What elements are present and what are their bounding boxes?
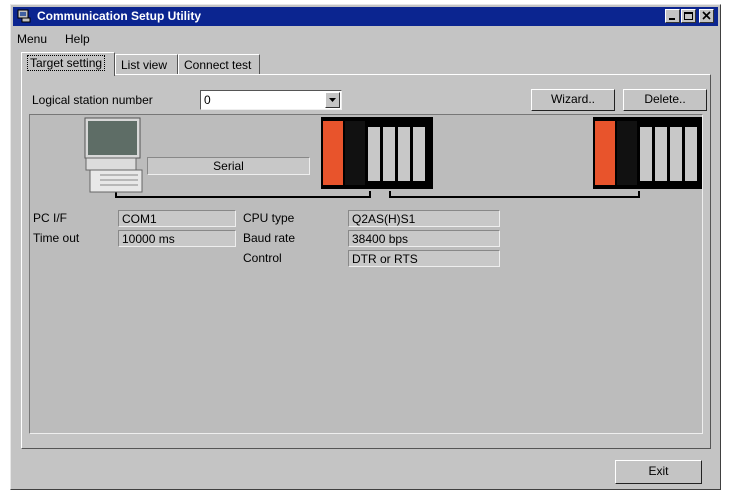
minimize-icon	[669, 18, 675, 20]
tab-label: List view	[121, 58, 168, 72]
tab-target-setting[interactable]: Target setting	[21, 52, 115, 76]
connection-diagram: Serial PC I/F COM1 Time out 10000 ms CPU…	[29, 114, 703, 434]
target-setting-panel: Logical station number 0 Wizard.. Delete…	[21, 74, 711, 449]
serial-connection-box[interactable]: Serial	[147, 157, 310, 175]
wizard-button[interactable]: Wizard..	[531, 89, 615, 111]
close-button[interactable]	[699, 9, 714, 23]
menu-item-menu[interactable]: Menu	[17, 32, 47, 46]
app-icon	[17, 9, 31, 23]
network-line	[389, 191, 640, 198]
tab-list-view[interactable]: List view	[115, 54, 178, 75]
maximize-icon	[684, 12, 693, 20]
station-combobox[interactable]: 0	[200, 90, 342, 110]
timeout-label: Time out	[33, 231, 80, 245]
station-value: 0	[204, 93, 211, 107]
control-label: Control	[243, 251, 282, 265]
plc-icon	[593, 117, 702, 189]
tab-label: Target setting	[27, 55, 106, 71]
baud-rate-value: 38400 bps	[348, 230, 500, 247]
cpu-type-label: CPU type	[243, 211, 295, 225]
network-graphic	[84, 117, 702, 198]
timeout-value: 10000 ms	[118, 230, 236, 247]
menu-item-help[interactable]: Help	[65, 32, 90, 46]
pc-if-value: COM1	[118, 210, 236, 227]
maximize-button[interactable]	[681, 9, 696, 23]
tab-connect-test[interactable]: Connect test	[178, 54, 260, 75]
tab-label: Connect test	[184, 58, 252, 72]
pc-icon	[84, 117, 143, 193]
station-dropdown-button[interactable]	[325, 92, 340, 108]
minimize-button[interactable]	[665, 9, 680, 23]
control-value: DTR or RTS	[348, 250, 500, 267]
menu-bar: Menu Help	[13, 30, 718, 48]
chevron-down-icon	[329, 98, 336, 102]
exit-button[interactable]: Exit	[615, 460, 702, 484]
pc-if-label: PC I/F	[33, 211, 68, 225]
title-bar[interactable]: Communication Setup Utility	[13, 7, 718, 26]
app-window: Communication Setup Utility Menu Help Ta…	[10, 4, 721, 490]
serial-cable-line	[115, 191, 371, 198]
baud-rate-label: Baud rate	[243, 231, 296, 245]
cpu-type-value: Q2AS(H)S1	[348, 210, 500, 227]
window-title: Communication Setup Utility	[37, 9, 202, 23]
close-icon	[702, 11, 711, 20]
station-label: Logical station number	[32, 93, 153, 107]
delete-button[interactable]: Delete..	[623, 89, 707, 111]
plc-icon	[321, 117, 433, 189]
